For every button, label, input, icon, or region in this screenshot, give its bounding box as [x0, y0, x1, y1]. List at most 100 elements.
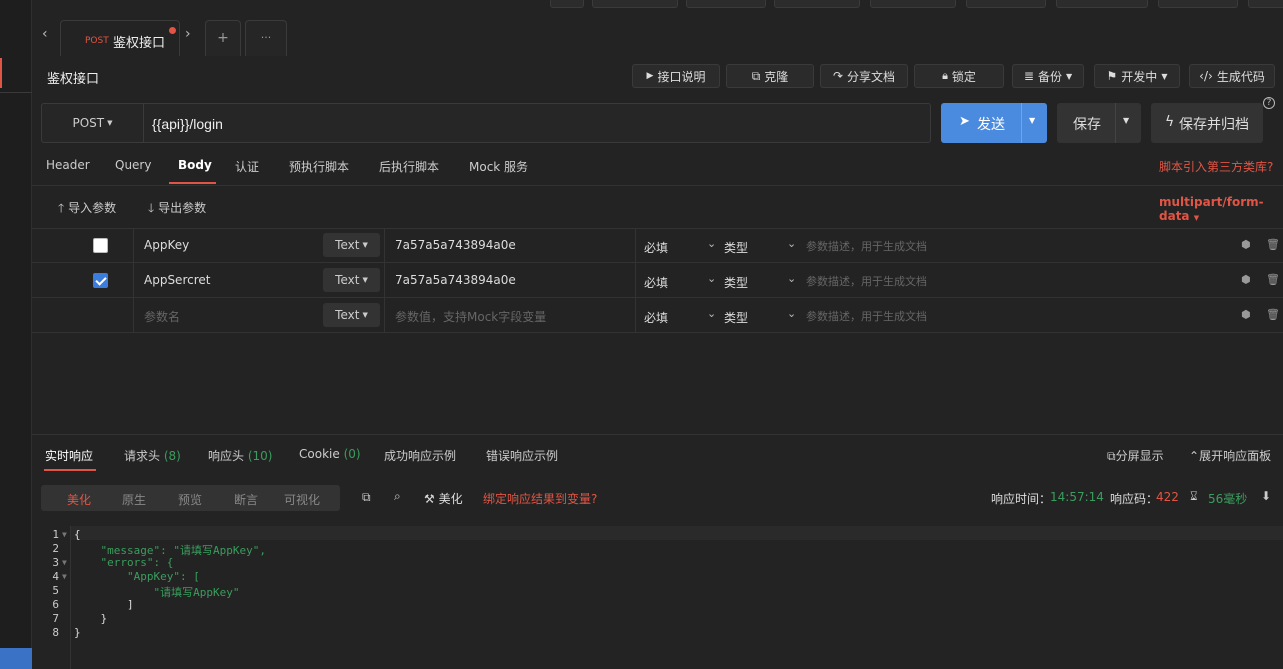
- top-button[interactable]: [1056, 0, 1148, 8]
- param-name-placeholder[interactable]: 参数名: [144, 308, 180, 325]
- chevron-down-icon[interactable]: ⌄: [707, 307, 716, 320]
- chevron-down-icon[interactable]: ⌄: [787, 272, 796, 285]
- tab-request-headers[interactable]: 请求头 (8): [124, 447, 181, 464]
- tab-next-icon[interactable]: ›: [185, 26, 191, 42]
- more-tabs-button[interactable]: ···: [245, 20, 287, 56]
- database-icon: ≣: [1023, 69, 1034, 83]
- cube-icon[interactable]: ⬢: [1241, 273, 1251, 286]
- status-button[interactable]: ⚑ 开发中 ▼: [1094, 64, 1180, 88]
- top-button[interactable]: [550, 0, 584, 8]
- field-type-select[interactable]: 类型: [724, 274, 748, 291]
- search-icon[interactable]: ⌕: [394, 489, 401, 504]
- sidebar-avatar[interactable]: [0, 648, 32, 669]
- script-library-link[interactable]: 脚本引入第三方类库?: [1159, 158, 1273, 175]
- chevron-down-icon[interactable]: ⌄: [707, 237, 716, 250]
- trash-icon[interactable]: 🗑︎: [1266, 308, 1280, 321]
- expand-panel-button[interactable]: ⌃展开响应面板: [1189, 447, 1271, 464]
- tab-header[interactable]: Header: [46, 158, 90, 172]
- clone-button[interactable]: ⧉ 克隆: [726, 64, 814, 88]
- field-type-select[interactable]: 类型: [724, 239, 748, 256]
- top-button[interactable]: [686, 0, 766, 8]
- tab-prev-icon[interactable]: ‹: [42, 26, 48, 42]
- top-button[interactable]: [774, 0, 860, 8]
- tab-pre-script[interactable]: 预执行脚本: [289, 158, 349, 175]
- doc-button[interactable]: ▶ 接口说明: [632, 64, 720, 88]
- lock-icon: 🔒︎: [942, 69, 948, 82]
- tab-error-example[interactable]: 错误响应示例: [486, 447, 558, 464]
- chevron-down-icon[interactable]: ⌄: [707, 272, 716, 285]
- param-value-placeholder[interactable]: 参数值，支持Mock字段变量: [395, 308, 546, 325]
- trash-icon[interactable]: 🗑︎: [1266, 238, 1280, 251]
- required-select[interactable]: 必填: [644, 274, 668, 291]
- save-button[interactable]: 保存 ▼: [1057, 103, 1141, 143]
- param-name[interactable]: AppSercret: [144, 273, 210, 287]
- row-checkbox[interactable]: [93, 273, 108, 288]
- lock-button[interactable]: 🔒︎ 锁定: [914, 64, 1004, 88]
- method-select[interactable]: POST ▼: [42, 104, 144, 142]
- download-icon[interactable]: ⬇︎: [1261, 489, 1271, 503]
- tab-auth-api[interactable]: POST 鉴权接口: [60, 20, 180, 56]
- send-caret-down-icon[interactable]: ▼: [1029, 116, 1035, 125]
- fold-caret-icon[interactable]: ▼: [62, 572, 67, 581]
- codegen-button[interactable]: ‹/› 生成代码: [1189, 64, 1275, 88]
- trash-icon[interactable]: 🗑︎: [1266, 273, 1280, 286]
- split-view-button[interactable]: ⧉分屏显示: [1107, 447, 1164, 464]
- param-desc[interactable]: 参数描述，用于生成文档: [806, 238, 927, 254]
- top-button[interactable]: [1248, 0, 1283, 8]
- chevron-down-icon[interactable]: ⌄: [787, 307, 796, 320]
- format-assert[interactable]: 断言: [234, 491, 258, 508]
- param-name[interactable]: AppKey: [144, 238, 189, 252]
- tab-response-headers[interactable]: 响应头 (10): [208, 447, 272, 464]
- bind-variable-link[interactable]: 绑定响应结果到变量?: [483, 490, 597, 507]
- row-checkbox[interactable]: [93, 238, 108, 253]
- content-type-select[interactable]: multipart/form-data ▼: [1159, 195, 1283, 223]
- tab-realtime-response[interactable]: 实时响应: [45, 447, 93, 464]
- url-input[interactable]: [152, 114, 912, 134]
- export-params-button[interactable]: 🡓︎ 导出参数: [148, 199, 206, 220]
- top-button[interactable]: [1158, 0, 1238, 8]
- tab-auth[interactable]: 认证: [235, 158, 259, 175]
- param-type-select[interactable]: Text ▼: [323, 268, 380, 292]
- format-raw[interactable]: 原生: [122, 491, 146, 508]
- required-select[interactable]: 必填: [644, 239, 668, 256]
- param-value[interactable]: 7a57a5a743894a0e: [395, 238, 516, 252]
- required-select[interactable]: 必填: [644, 309, 668, 326]
- format-beautify[interactable]: 美化: [67, 491, 91, 508]
- backup-button[interactable]: ≣ 备份 ▼: [1012, 64, 1084, 88]
- chevron-down-icon[interactable]: ⌄: [787, 237, 796, 250]
- cube-icon[interactable]: ⬢: [1241, 308, 1251, 321]
- param-type-label: Text: [335, 273, 360, 287]
- tab-body[interactable]: Body: [178, 158, 212, 172]
- param-type-select[interactable]: Text ▼: [323, 233, 380, 257]
- copy-icon[interactable]: ⧉: [362, 490, 371, 505]
- param-desc[interactable]: 参数描述，用于生成文档: [806, 308, 927, 324]
- fold-caret-icon[interactable]: ▼: [62, 558, 67, 567]
- format-visualize[interactable]: 可视化: [284, 491, 320, 508]
- save-archive-button[interactable]: ϟ 保存并归档: [1151, 103, 1263, 143]
- beautify-button[interactable]: ⚒︎ 美化: [424, 490, 463, 507]
- cube-icon[interactable]: ⬢: [1241, 238, 1251, 251]
- send-button[interactable]: ➤ 发送 ▼: [941, 103, 1047, 143]
- field-type-select[interactable]: 类型: [724, 309, 748, 326]
- line-number: 6: [52, 598, 59, 611]
- tab-success-example[interactable]: 成功响应示例: [384, 447, 456, 464]
- param-desc[interactable]: 参数描述，用于生成文档: [806, 273, 927, 289]
- top-button[interactable]: [870, 0, 956, 8]
- tab-query[interactable]: Query: [115, 158, 151, 172]
- top-button[interactable]: [966, 0, 1046, 8]
- top-button[interactable]: [592, 0, 678, 8]
- format-preview[interactable]: 预览: [178, 491, 202, 508]
- play-icon: ▶: [646, 71, 654, 81]
- fold-caret-icon[interactable]: ▼: [62, 530, 67, 539]
- tab-post-script[interactable]: 后执行脚本: [379, 158, 439, 175]
- share-button[interactable]: ↷ 分享文档: [820, 64, 908, 88]
- save-caret-down-icon[interactable]: ▼: [1123, 116, 1129, 125]
- tab-mock[interactable]: Mock 服务: [469, 158, 528, 175]
- import-params-button[interactable]: 🡑︎ 导入参数: [58, 199, 116, 220]
- param-type-select[interactable]: Text ▼: [323, 303, 380, 327]
- add-tab-button[interactable]: +: [205, 20, 241, 56]
- help-icon[interactable]: ?: [1263, 97, 1275, 109]
- param-value[interactable]: 7a57a5a743894a0e: [395, 273, 516, 287]
- tab-cookie[interactable]: Cookie (0): [299, 447, 361, 461]
- response-body-viewer[interactable]: 1 2 3 4 5 6 7 8 ▼ ▼ ▼ { "message": "请填写A…: [32, 526, 1283, 669]
